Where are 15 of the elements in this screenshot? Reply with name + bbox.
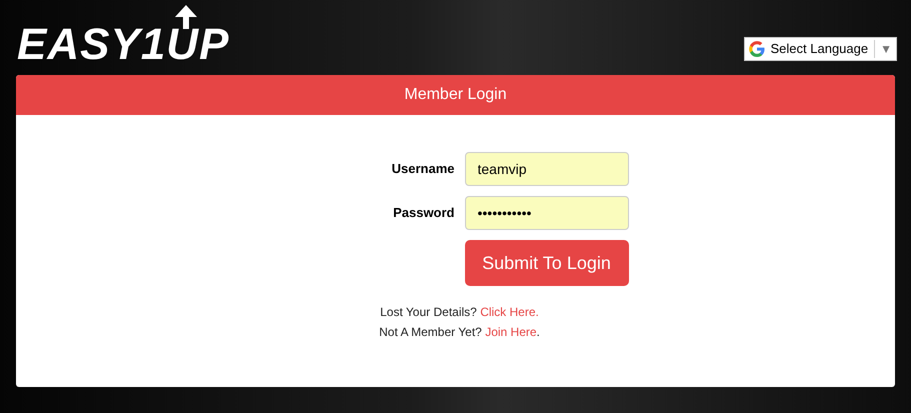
help-text: Not A Member Yet? Join Here. xyxy=(379,324,540,341)
help-text: Lost Your Details? Click Here. xyxy=(380,304,539,321)
google-icon xyxy=(748,41,765,57)
help-link[interactable]: Click Here. xyxy=(480,305,539,319)
help-link[interactable]: Join Here xyxy=(485,325,537,339)
input-field[interactable]: teamvip xyxy=(464,152,628,186)
up-arrow-icon xyxy=(175,5,197,29)
panel-title: Member Login xyxy=(404,85,507,105)
logo: EASY1UP xyxy=(17,23,230,67)
language-select[interactable]: Select Language ▼ xyxy=(744,37,897,61)
language-label: Select Language xyxy=(770,40,868,58)
input-field[interactable]: ••••••••••• xyxy=(464,196,628,230)
field-label: Username xyxy=(390,160,454,178)
field-label: Password xyxy=(392,204,454,222)
submit-button[interactable]: Submit To Login xyxy=(464,240,628,286)
